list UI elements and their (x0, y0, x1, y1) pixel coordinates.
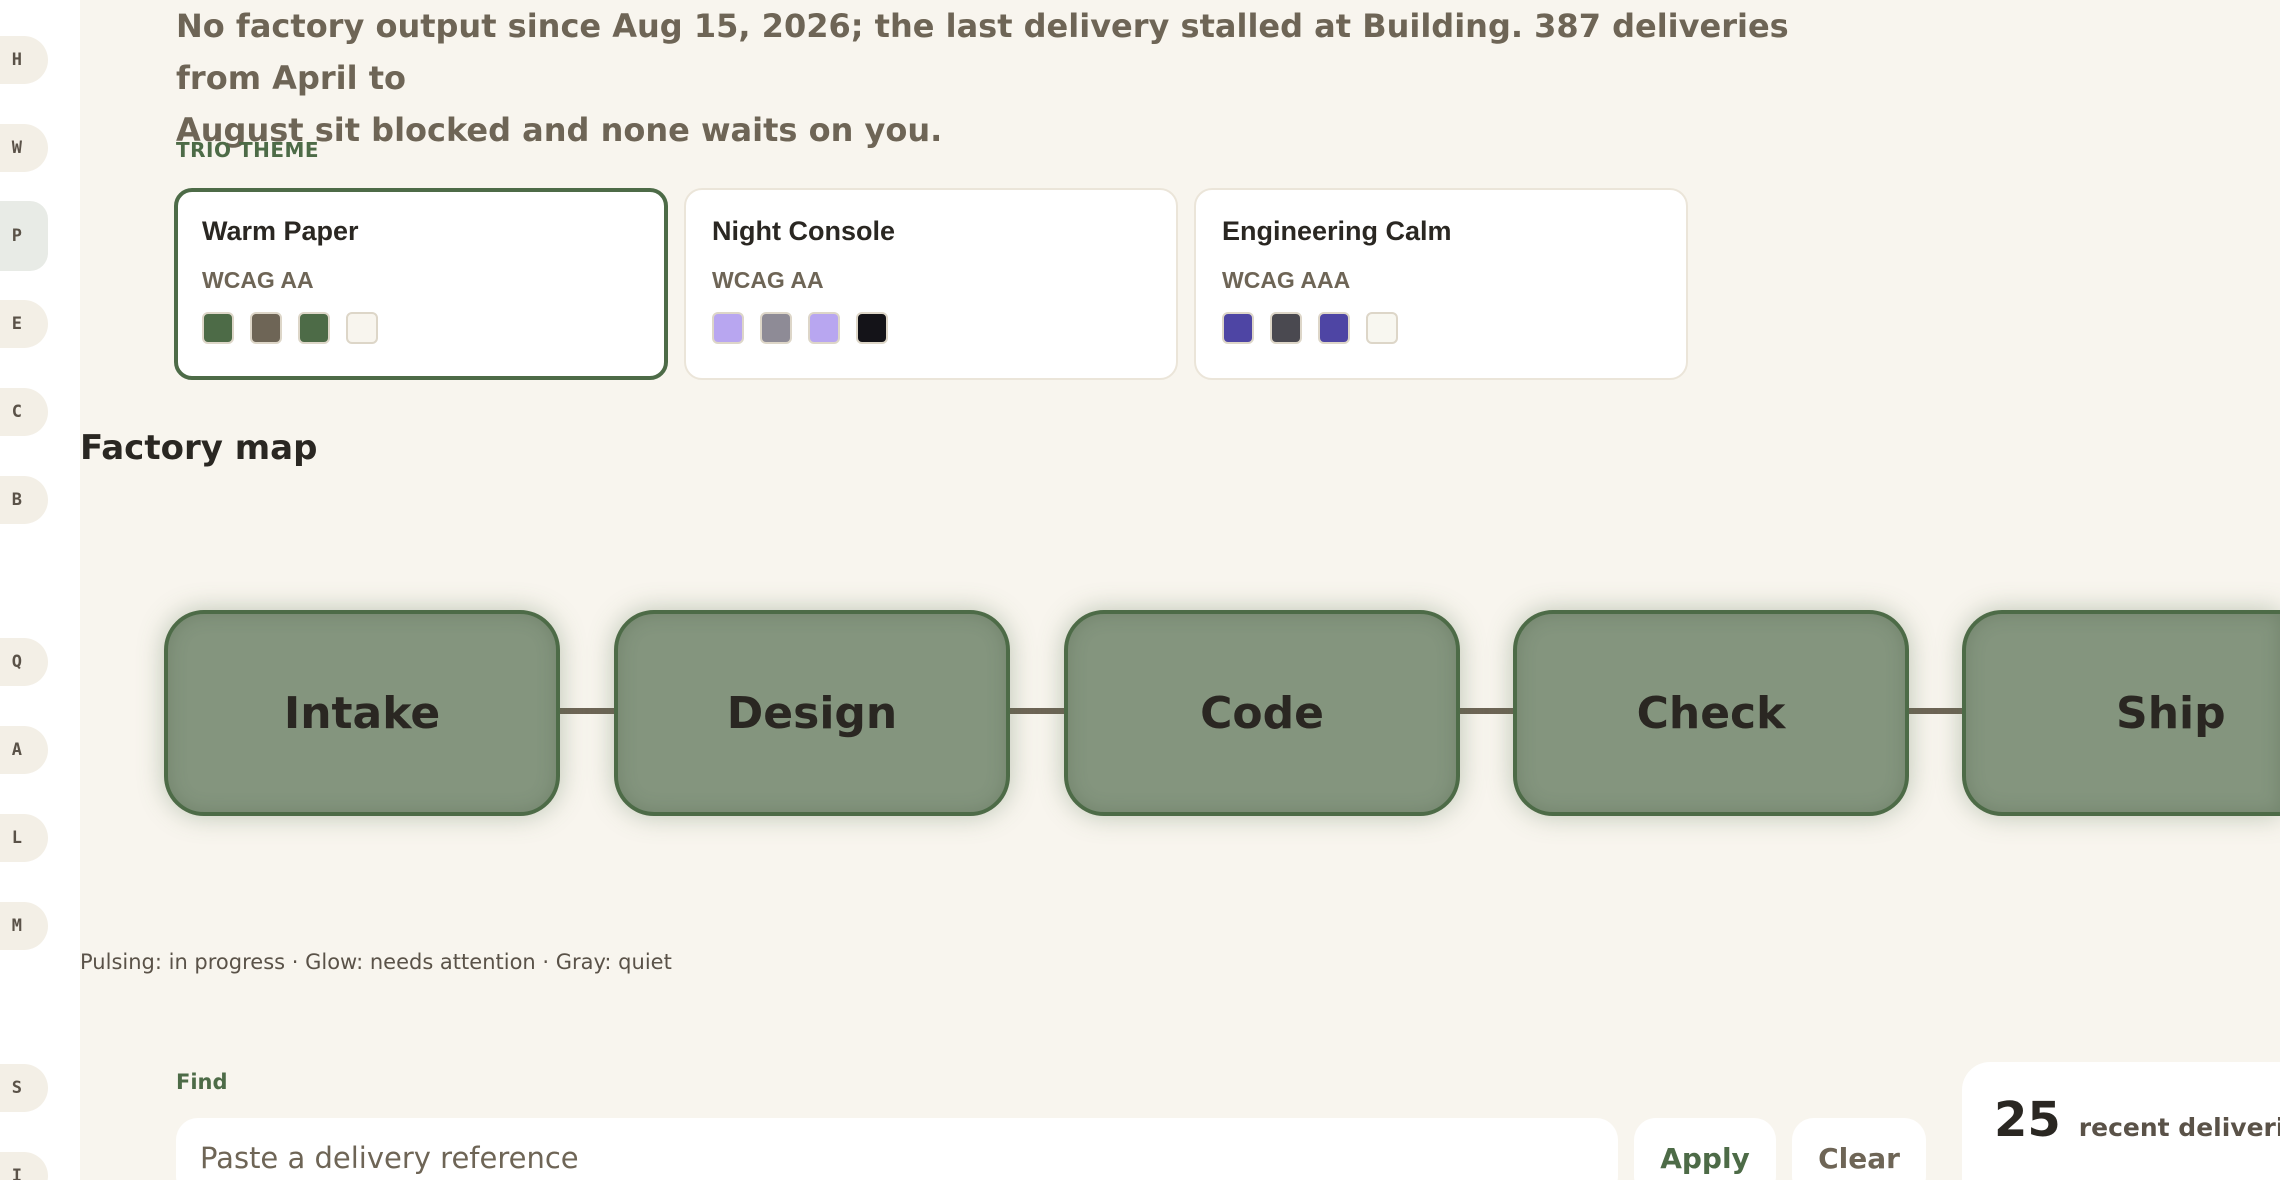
rail-item-p[interactable]: P (0, 201, 48, 271)
rail-item-w[interactable]: W (0, 124, 48, 172)
stage-ship[interactable]: Ship (1962, 610, 2280, 816)
rail-item-h[interactable]: H (0, 36, 48, 84)
theme-name: Night Console (712, 216, 895, 246)
stage-intake[interactable]: Intake (164, 610, 560, 816)
summary-line-1: No factory output since Aug 15, 2026; th… (176, 7, 1789, 97)
stage-design[interactable]: Design (614, 610, 1010, 816)
color-swatch (856, 312, 888, 344)
theme-card-night-console[interactable]: Night Console WCAG AA (684, 188, 1178, 380)
rail-item-c[interactable]: C (0, 388, 48, 436)
theme-section-label: TRIO THEME (176, 138, 320, 162)
theme-wcag-level: WCAG AAA (1222, 267, 1351, 293)
theme-swatches (712, 312, 1150, 344)
stage-connector (1909, 708, 1965, 714)
factory-map-title: Factory map (80, 428, 318, 468)
rail-item-s[interactable]: S (0, 1064, 48, 1112)
theme-card-engineering-calm[interactable]: Engineering Calm WCAG AAA (1194, 188, 1688, 380)
theme-wcag-level: WCAG AA (202, 267, 314, 293)
rail-item-i[interactable]: I (0, 1152, 48, 1180)
apply-button[interactable]: Apply (1634, 1118, 1776, 1180)
rail-item-m[interactable]: M (0, 902, 48, 950)
recent-deliveries-stat: 25 recent deliveries (1962, 1062, 2280, 1180)
color-swatch (346, 312, 378, 344)
recent-deliveries-label: recent deliveries (2078, 1113, 2280, 1142)
theme-swatches (202, 312, 640, 344)
status-summary: No factory output since Aug 15, 2026; th… (176, 0, 1816, 156)
color-swatch (760, 312, 792, 344)
stage-check[interactable]: Check (1513, 610, 1909, 816)
color-swatch (808, 312, 840, 344)
delivery-reference-input[interactable] (176, 1118, 1618, 1180)
rail-item-b[interactable]: B (0, 476, 48, 524)
color-swatch (250, 312, 282, 344)
theme-name: Warm Paper (202, 216, 359, 246)
color-swatch (298, 312, 330, 344)
summary-line-2: August sit blocked and none waits on you… (176, 111, 943, 149)
theme-swatches (1222, 312, 1660, 344)
theme-wcag-level: WCAG AA (712, 267, 824, 293)
color-swatch (1270, 312, 1302, 344)
find-label: Find (176, 1070, 228, 1094)
theme-name: Engineering Calm (1222, 216, 1452, 246)
color-swatch (1318, 312, 1350, 344)
app-page: H W P E C B Q A L M S I No factory outpu… (0, 0, 2280, 1180)
stage-connector (560, 708, 616, 714)
recent-deliveries-count: 25 (1994, 1092, 2061, 1148)
color-swatch (1366, 312, 1398, 344)
stage-code[interactable]: Code (1064, 610, 1460, 816)
factory-map: Intake Design Code Check Ship (0, 560, 2280, 860)
map-legend: Pulsing: in progress · Glow: needs atten… (80, 950, 672, 974)
theme-card-warm-paper[interactable]: Warm Paper WCAG AA (174, 188, 668, 380)
clear-button[interactable]: Clear (1792, 1118, 1926, 1180)
color-swatch (712, 312, 744, 344)
stage-connector (1460, 708, 1516, 714)
color-swatch (1222, 312, 1254, 344)
stage-connector (1010, 708, 1066, 714)
rail-item-e[interactable]: E (0, 300, 48, 348)
color-swatch (202, 312, 234, 344)
